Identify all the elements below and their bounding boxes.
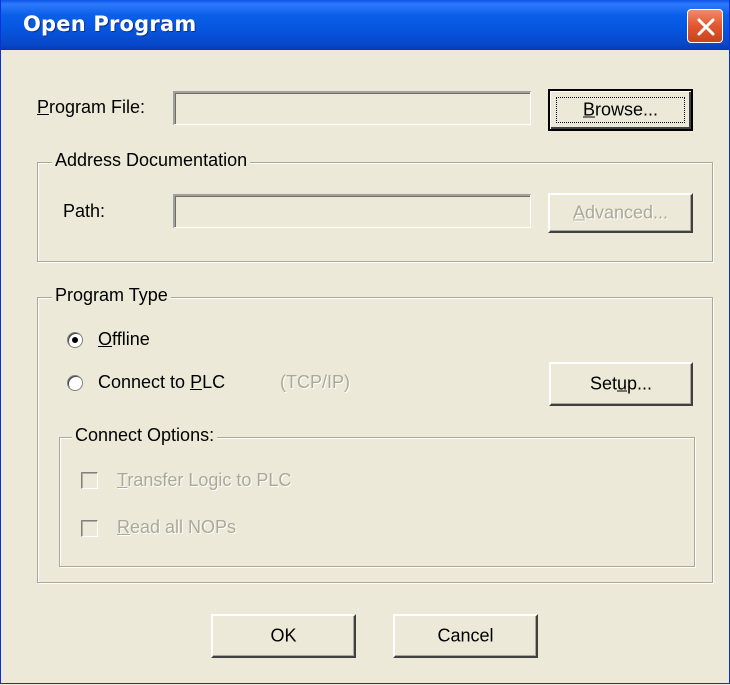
connect-options-group (59, 437, 695, 567)
address-documentation-legend: Address Documentation (52, 150, 251, 171)
advanced-button: Advanced... (548, 193, 693, 233)
setup-button[interactable]: Setup... (549, 362, 693, 406)
tcp-ip-note: (TCP/IP) (280, 372, 350, 392)
read-all-nops-checkbox (81, 520, 98, 537)
read-all-nops-label: Read all NOPs (117, 517, 237, 537)
setup-button-label: Setup... (589, 373, 653, 394)
close-icon (697, 18, 715, 36)
browse-button-label: Browse... (582, 99, 659, 120)
program-file-input[interactable] (173, 91, 531, 125)
advanced-button-label: Advanced... (572, 202, 669, 223)
title-bar[interactable]: Open Program (1, 0, 729, 50)
transfer-logic-label: Transfer Logic to PLC (117, 470, 292, 490)
ok-button[interactable]: OK (211, 614, 356, 658)
path-label: Path: (63, 201, 106, 221)
open-program-dialog: Open Program Program File: Browse... Add… (0, 0, 730, 684)
program-file-label: Program File: (37, 97, 145, 118)
program-file-accel: P (37, 97, 50, 117)
offline-radio[interactable] (67, 332, 83, 348)
program-type-legend: Program Type (52, 285, 171, 306)
close-button[interactable] (687, 9, 723, 43)
radio-selected-dot (72, 337, 78, 343)
browse-button[interactable]: Browse... (548, 89, 693, 131)
cancel-button-label: Cancel (437, 625, 494, 646)
transfer-logic-checkbox (81, 472, 98, 489)
connect-options-legend: Connect Options: (72, 425, 218, 446)
program-file-label-rest: rogram File: (49, 97, 146, 117)
connect-to-plc-radio[interactable] (67, 375, 83, 391)
ok-button-label: OK (270, 625, 297, 646)
connect-to-plc-label[interactable]: Connect to PLC (98, 372, 225, 393)
path-input (173, 194, 531, 228)
dialog-title: Open Program (23, 12, 197, 36)
cancel-button[interactable]: Cancel (393, 614, 538, 658)
offline-label[interactable]: Offline (98, 329, 150, 350)
